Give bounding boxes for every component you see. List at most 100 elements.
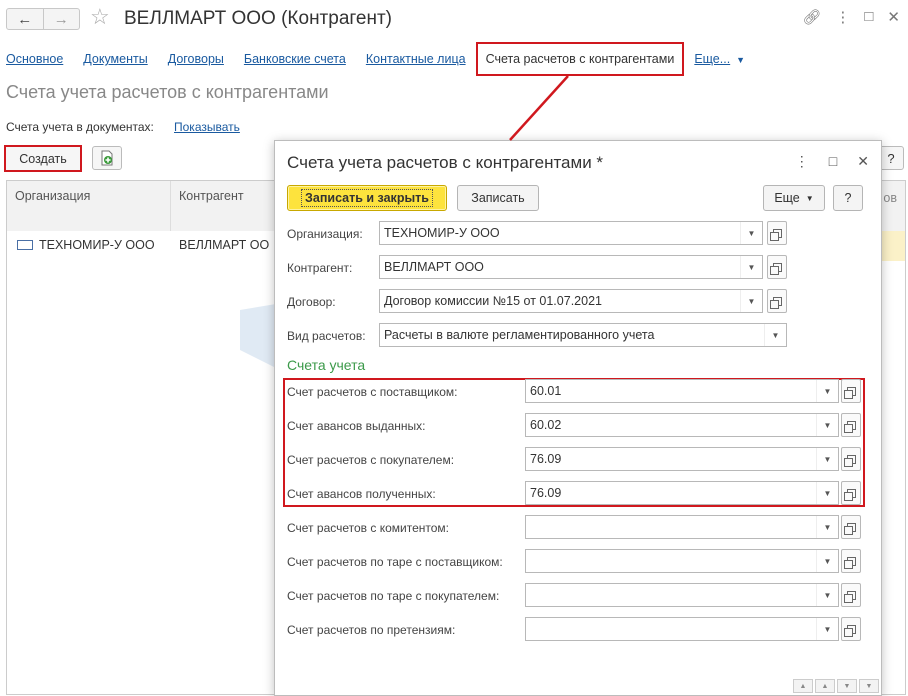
organization-field[interactable]: ТЕХНОМИР-У ООО ▼ <box>379 221 763 245</box>
dialog-title: Счета учета расчетов с контрагентами * <box>287 153 604 172</box>
account-field-tare-supplier[interactable]: ▼ <box>525 549 839 573</box>
contract-label: Договор: <box>287 295 336 309</box>
more-vertical-icon[interactable]: ⋮ <box>835 8 850 26</box>
open-account-claims-button[interactable] <box>841 617 861 641</box>
dropdown-arrow-icon[interactable]: ▼ <box>816 414 838 436</box>
document-add-icon <box>101 150 113 166</box>
open-organization-button[interactable] <box>767 221 787 245</box>
open-account-tare-supplier-button[interactable] <box>841 549 861 573</box>
tab-contracts[interactable]: Договоры <box>168 52 224 66</box>
dialog-help-button[interactable]: ? <box>833 185 863 211</box>
open-form-icon <box>843 454 856 467</box>
contractor-field[interactable]: ВЕЛЛМАРТ ООО ▼ <box>379 255 763 279</box>
open-account-buyer-button[interactable] <box>841 447 861 471</box>
link-icon[interactable]: 🔗︎ <box>802 8 821 26</box>
close-icon[interactable]: ✕ <box>887 8 900 26</box>
table-row-organization[interactable]: ТЕХНОМИР-У ООО <box>39 238 155 252</box>
close-icon[interactable]: ✕ <box>857 153 869 170</box>
account-value-advances-issued: 60.02 <box>530 418 562 432</box>
add-copy-button[interactable] <box>92 146 122 170</box>
open-form-icon <box>843 522 856 535</box>
dropdown-arrow-icon[interactable]: ▼ <box>816 448 838 470</box>
forward-arrow-icon[interactable]: → <box>42 9 80 29</box>
account-value-buyer: 76.09 <box>530 452 562 466</box>
table-row-contractor[interactable]: ВЕЛЛМАРТ ОО <box>179 238 269 252</box>
scroll-bottom-icon[interactable]: ▼ <box>859 679 879 693</box>
scroll-down-icon[interactable]: ▼ <box>837 679 857 693</box>
settlement-type-field[interactable]: Расчеты в валюте регламентированного уче… <box>379 323 787 347</box>
account-field-advances-received[interactable]: 76.09 ▼ <box>525 481 839 505</box>
open-account-supplier-button[interactable] <box>841 379 861 403</box>
back-arrow-icon[interactable]: ← <box>7 9 43 29</box>
dropdown-arrow-icon[interactable]: ▼ <box>816 516 838 538</box>
scroll-up-icon[interactable]: ▲ <box>815 679 835 693</box>
account-field-claims[interactable]: ▼ <box>525 617 839 641</box>
account-field-consignor[interactable]: ▼ <box>525 515 839 539</box>
scroll-controls: ▲ ▲ ▼ ▼ <box>793 679 879 693</box>
create-button[interactable]: Создать <box>4 145 82 172</box>
save-button[interactable]: Записать <box>457 185 539 211</box>
column-header-partial: ов <box>883 191 897 205</box>
open-form-icon <box>843 556 856 569</box>
contract-value: Договор комиссии №15 от 01.07.2021 <box>384 294 602 308</box>
account-value-advances-received: 76.09 <box>530 486 562 500</box>
accounts-in-documents-label: Счета учета в документах: <box>6 120 154 134</box>
open-form-icon <box>843 420 856 433</box>
dropdown-arrow-icon[interactable]: ▼ <box>740 290 762 312</box>
account-field-tare-buyer[interactable]: ▼ <box>525 583 839 607</box>
tabs-more-label: Еще... <box>694 52 731 66</box>
tabs-more-link[interactable]: Еще... ▼ <box>694 52 745 66</box>
open-form-icon <box>843 386 856 399</box>
dropdown-arrow-icon[interactable]: ▼ <box>816 618 838 640</box>
dialog-controls: ⋮ □ ✕ <box>795 153 869 170</box>
favorite-star-icon[interactable]: ☆ <box>90 6 110 28</box>
contractor-label: Контрагент: <box>287 261 353 275</box>
open-account-advances-issued-button[interactable] <box>841 413 861 437</box>
open-form-icon <box>769 228 782 241</box>
account-field-advances-issued[interactable]: 60.02 ▼ <box>525 413 839 437</box>
accounts-group-title: Счета учета <box>287 357 366 373</box>
organization-value: ТЕХНОМИР-У ООО <box>384 226 500 240</box>
account-field-supplier[interactable]: 60.01 ▼ <box>525 379 839 403</box>
window-title: ВЕЛЛМАРТ ООО (Контрагент) <box>124 8 392 29</box>
more-vertical-icon[interactable]: ⋮ <box>795 153 809 170</box>
tab-documents[interactable]: Документы <box>83 52 147 66</box>
dropdown-arrow-icon[interactable]: ▼ <box>740 256 762 278</box>
open-form-icon <box>769 296 782 309</box>
account-label-supplier: Счет расчетов с поставщиком: <box>287 385 458 399</box>
open-contract-button[interactable] <box>767 289 787 313</box>
scroll-top-icon[interactable]: ▲ <box>793 679 813 693</box>
dropdown-arrow-icon[interactable]: ▼ <box>740 222 762 244</box>
tab-settlement-accounts[interactable]: Счета расчетов с контрагентами <box>475 42 685 76</box>
open-form-icon <box>769 262 782 275</box>
tab-bar: Основное Документы Договоры Банковские с… <box>6 42 745 76</box>
account-label-tare-supplier: Счет расчетов по таре с поставщиком: <box>287 555 503 569</box>
dropdown-arrow-icon[interactable]: ▼ <box>764 324 786 346</box>
open-account-advances-received-button[interactable] <box>841 481 861 505</box>
nav-buttons: ← → <box>6 8 80 30</box>
window-controls: 🔗︎ ⋮ □ ✕ <box>802 8 900 26</box>
dropdown-arrow-icon[interactable]: ▼ <box>816 584 838 606</box>
column-header-organization[interactable]: Организация <box>7 181 171 231</box>
open-contractor-button[interactable] <box>767 255 787 279</box>
accounts-show-link[interactable]: Показывать <box>174 120 240 134</box>
open-account-consignor-button[interactable] <box>841 515 861 539</box>
tab-main[interactable]: Основное <box>6 52 63 66</box>
dropdown-arrow-icon[interactable]: ▼ <box>816 482 838 504</box>
tab-bank-accounts[interactable]: Банковские счета <box>244 52 346 66</box>
maximize-icon[interactable]: □ <box>864 8 873 26</box>
maximize-icon[interactable]: □ <box>829 153 837 170</box>
open-account-tare-buyer-button[interactable] <box>841 583 861 607</box>
account-label-advances-issued: Счет авансов выданных: <box>287 419 426 433</box>
column-header-contractor[interactable]: Контрагент <box>171 181 281 231</box>
dropdown-arrow-icon[interactable]: ▼ <box>816 550 838 572</box>
settlement-type-label: Вид расчетов: <box>287 329 366 343</box>
open-form-icon <box>843 590 856 603</box>
contract-field[interactable]: Договор комиссии №15 от 01.07.2021 ▼ <box>379 289 763 313</box>
more-menu-button[interactable]: Еще ▼ <box>763 185 825 211</box>
account-field-buyer[interactable]: 76.09 ▼ <box>525 447 839 471</box>
tab-contacts[interactable]: Контактные лица <box>366 52 466 66</box>
open-form-icon <box>843 488 856 501</box>
save-and-close-button[interactable]: Записать и закрыть <box>287 185 447 211</box>
dropdown-arrow-icon[interactable]: ▼ <box>816 380 838 402</box>
